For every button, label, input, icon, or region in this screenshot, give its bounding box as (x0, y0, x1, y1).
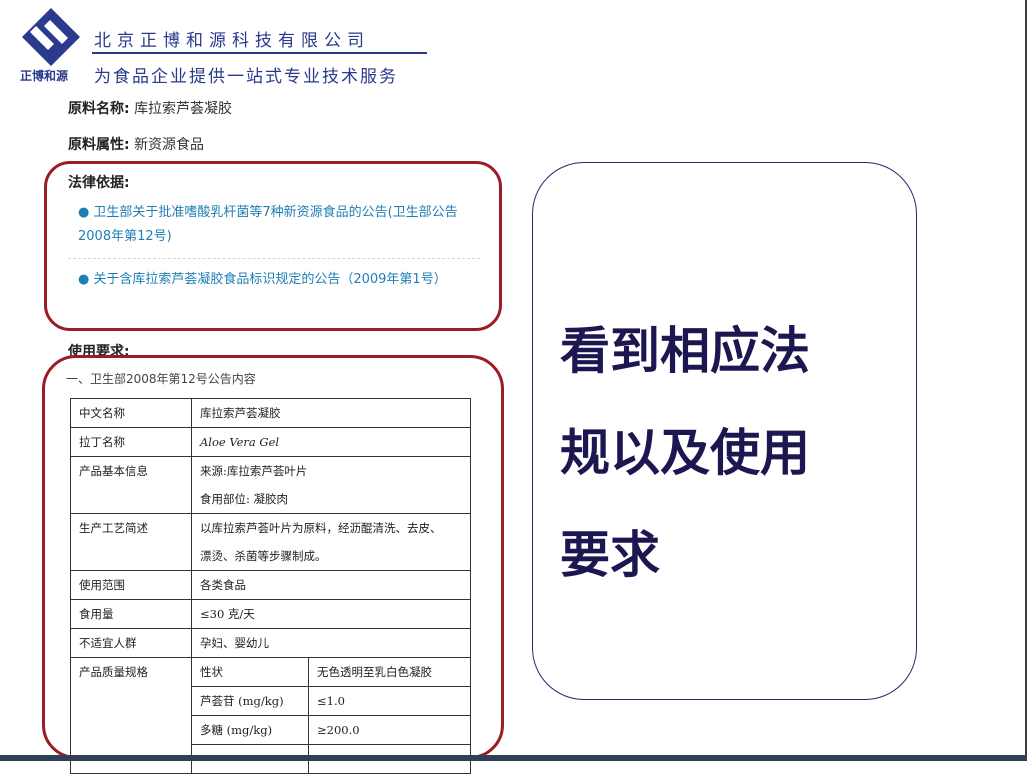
material-attribute-value: 新资源食品 (134, 137, 205, 153)
logo-text: 正博和源 (20, 69, 69, 83)
law-link-1-text: 卫生部关于批准嗜酸乳杆菌等7种新资源食品的公告(卫生部公告2008年第12号) (78, 205, 458, 244)
slide-bottom-bar (0, 755, 1027, 761)
material-attribute-field: 原料属性: 新资源食品 (68, 134, 204, 154)
header-divider (92, 52, 427, 54)
company-slogan: 为食品企业提供一站式专业技术服务 (94, 67, 398, 87)
law-link-2[interactable]: ● 关于含库拉索芦荟凝胶食品标识规定的公告（2009年第1号） (78, 268, 478, 292)
bullet-icon: ● (78, 205, 90, 220)
callout-text: 看到相应法 规以及使用 要求 (560, 300, 900, 606)
material-name-value: 库拉索芦荟凝胶 (134, 101, 233, 117)
bullet-icon: ● (78, 272, 90, 287)
callout-line-3: 要求 (560, 526, 660, 584)
material-name-field: 原料名称: 库拉索芦荟凝胶 (68, 98, 232, 118)
law-divider (68, 258, 480, 259)
callout-line-2: 规以及使用 (560, 424, 810, 482)
company-logo-icon (22, 8, 80, 66)
usage-highlight-box (42, 355, 504, 759)
law-link-2-text: 关于含库拉索芦荟凝胶食品标识规定的公告（2009年第1号） (93, 272, 447, 287)
company-name: 北京正博和源科技有限公司 (94, 31, 370, 51)
callout-line-1: 看到相应法 (560, 322, 810, 380)
material-attribute-label: 原料属性: (68, 137, 130, 153)
law-section-title: 法律依据: (68, 175, 130, 191)
material-name-label: 原料名称: (68, 101, 130, 117)
law-link-1[interactable]: ● 卫生部关于批准嗜酸乳杆菌等7种新资源食品的公告(卫生部公告2008年第12号) (78, 201, 478, 249)
